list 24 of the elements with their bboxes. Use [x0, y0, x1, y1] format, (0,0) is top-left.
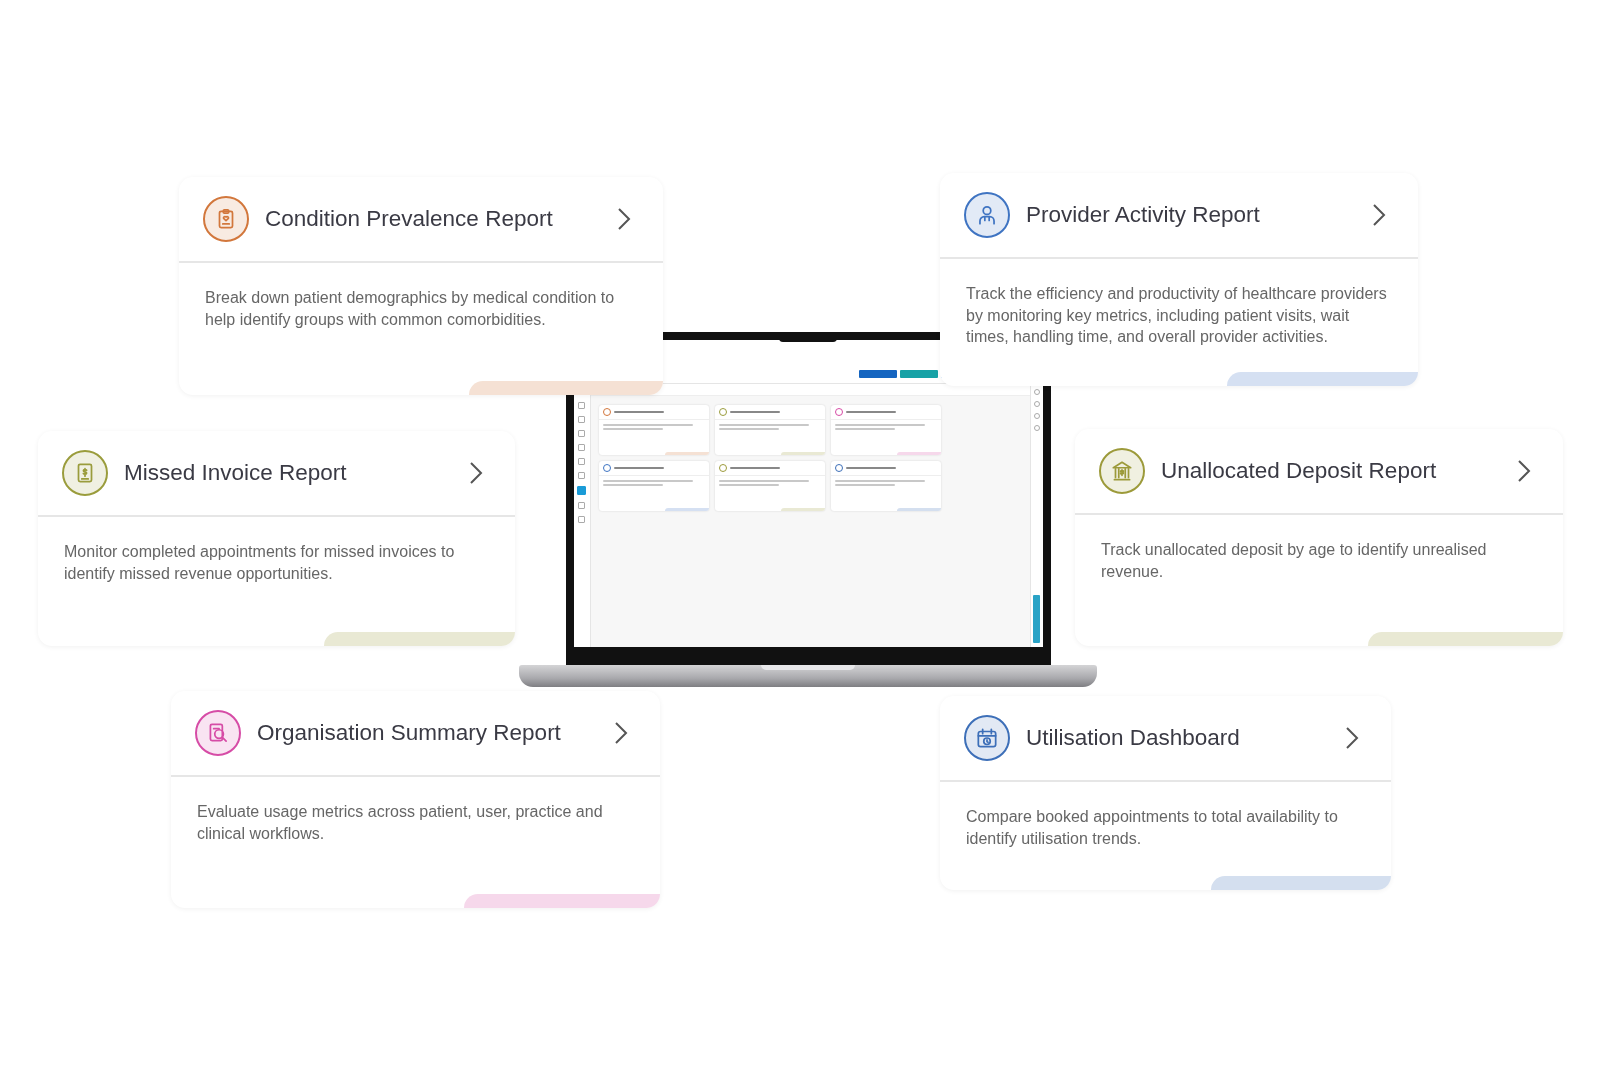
report-title: Provider Activity Report [1026, 202, 1261, 228]
chevron-right-icon[interactable] [469, 461, 483, 485]
report-title: Utilisation Dashboard [1026, 725, 1241, 751]
report-card[interactable]: Utilisation Dashboard Compare booked appointments to total availability to identify utilisation trends. [940, 696, 1391, 890]
report-title: Condition Prevalence Report [265, 206, 554, 232]
report-title: Missed Invoice Report [124, 460, 348, 486]
chevron-right-icon[interactable] [1372, 203, 1386, 227]
report-description: Track unallocated deposit by age to identify unrealised revenue. [1100, 540, 1488, 582]
report-description: Track the efficiency and productivity of healthcare providers by monitoring key metrics, including patient visits, wait times, handling time, and overall provider activities. [965, 284, 1388, 348]
report-description: Break down patient demographics by medical condition to help identify groups with common comorbidities. [204, 288, 616, 330]
report-description: Monitor completed appointments for missed invoices to identify missed revenue opportunities. [63, 542, 456, 584]
report-card[interactable]: Missed Invoice Report Monitor completed appointments for missed invoices to identify missed revenue opportunities. [38, 431, 515, 646]
report-title: Unallocated Deposit Report [1161, 458, 1438, 484]
report-description: Compare booked appointments to total availability to identify utilisation trends. [965, 807, 1339, 849]
report-card[interactable]: Provider Activity Report Track the efficiency and productivity of healthcare providers by monitoring key metrics, including patient visits, wait times, handling time, and overall provider activities. [940, 173, 1418, 386]
chevron-right-icon[interactable] [617, 207, 631, 231]
report-card[interactable]: Organisation Summary Report Evaluate usage metrics across patient, user, practice and clinical workflows. [171, 691, 660, 908]
chevron-right-icon[interactable] [1517, 459, 1531, 483]
chevron-right-icon[interactable] [1345, 726, 1359, 750]
report-description: Evaluate usage metrics across patient, user, practice and clinical workflows. [196, 802, 604, 844]
report-title: Organisation Summary Report [257, 720, 562, 746]
chevron-right-icon[interactable] [614, 721, 628, 745]
report-card[interactable]: Unallocated Deposit Report Track unallocated deposit by age to identify unrealised revenue. [1075, 429, 1563, 646]
report-card[interactable]: Condition Prevalence Report Break down patient demographics by medical condition to help identify groups with common comorbidities. [179, 177, 663, 395]
